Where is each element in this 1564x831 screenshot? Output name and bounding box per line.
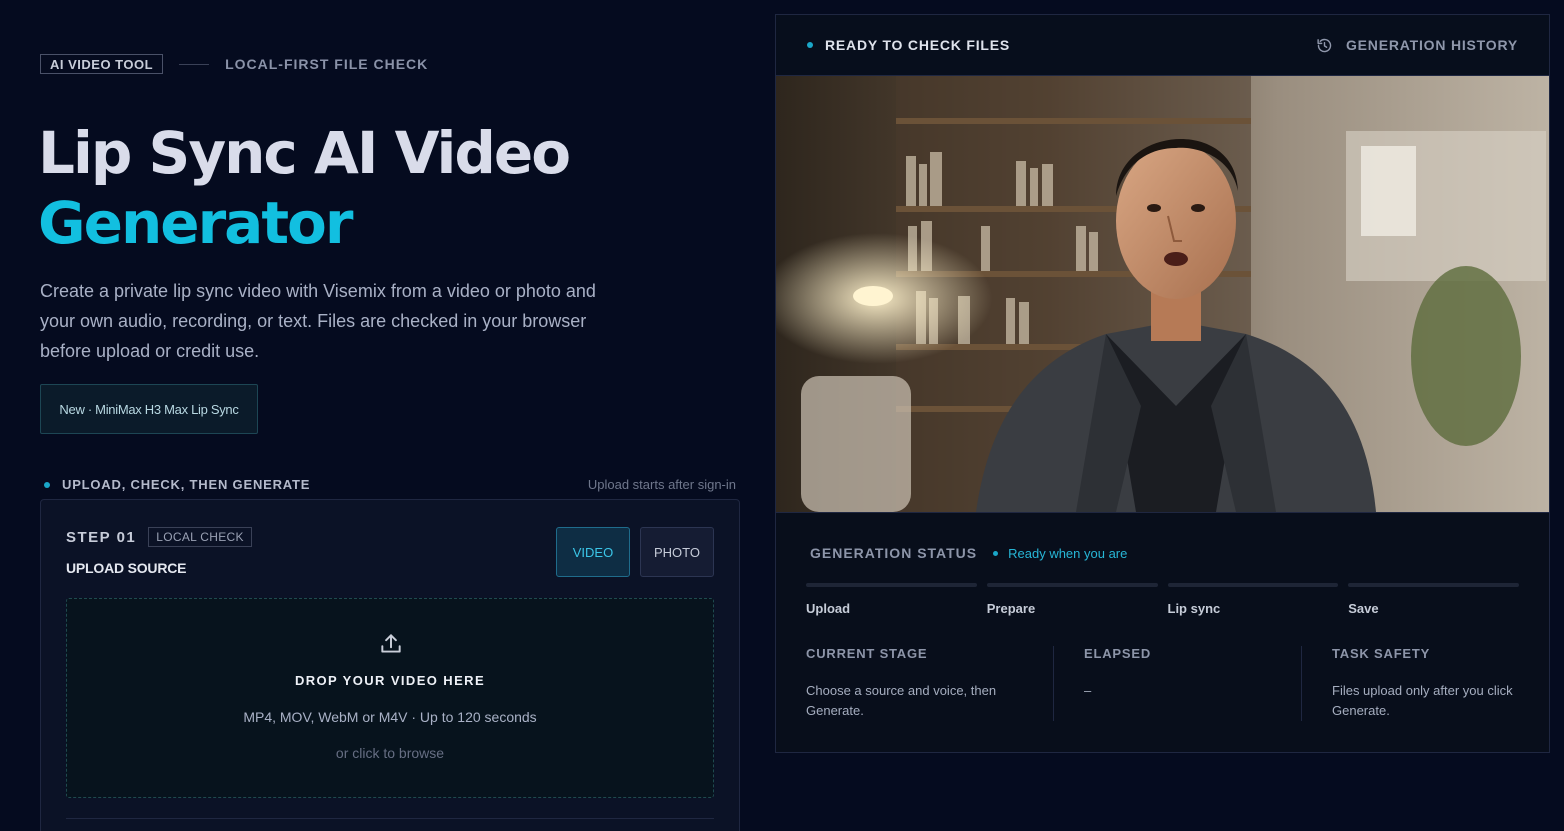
section-title-text: UPLOAD, CHECK, THEN GENERATE (62, 477, 311, 492)
divider (66, 818, 714, 819)
generation-status-value: Ready when you are (993, 546, 1127, 561)
history-label: GENERATION HISTORY (1345, 37, 1518, 53)
ready-label: READY TO CHECK FILES (825, 37, 1011, 53)
current-stage: CURRENT STAGE Choose a source and voice,… (806, 646, 1054, 721)
new-model-badge[interactable]: New · MiniMax H3 Max Lip Sync (40, 384, 258, 434)
task-safety-text: Files upload only after you click Genera… (1332, 683, 1513, 718)
stage-label: Save (1348, 601, 1379, 616)
current-stage-label: CURRENT STAGE (806, 646, 928, 661)
status-details: CURRENT STAGE Choose a source and voice,… (806, 646, 1519, 721)
section-note: Upload starts after sign-in (587, 477, 736, 492)
upload-step-card: STEP 01 LOCAL CHECK UPLOAD SOURCE VIDEO … (40, 499, 740, 831)
tool-subtag: LOCAL-FIRST FILE CHECK (225, 56, 429, 72)
stage-prepare: Prepare (986, 583, 1158, 616)
panel-header: READY TO CHECK FILES GENERATION HISTORY (776, 15, 1549, 76)
task-safety: TASK SAFETY Files upload only after you … (1302, 646, 1519, 721)
preview-image (776, 76, 1549, 512)
tool-tag: AI VIDEO TOOL (40, 54, 164, 74)
section-header: UPLOAD, CHECK, THEN GENERATE Upload star… (44, 477, 736, 492)
stage-label: Prepare (986, 601, 1036, 616)
step-header: STEP 01 LOCAL CHECK (66, 527, 252, 547)
history-icon (1317, 38, 1332, 52)
generation-status-area: GENERATION STATUS Ready when you are Upl… (776, 512, 1549, 752)
page-title-line2: Generator (38, 189, 354, 257)
stage-label: Lip sync (1167, 601, 1221, 616)
stage-label: Upload (806, 601, 851, 616)
intro-text: Create a private lip sync video with Vis… (40, 281, 596, 361)
stage-bar (1167, 583, 1339, 587)
video-dropzone[interactable]: DROP YOUR VIDEO HERE MP4, MOV, WebM or M… (66, 598, 714, 798)
generation-status: GENERATION STATUS Ready when you are (810, 545, 1127, 561)
eyebrow: AI VIDEO TOOL LOCAL-FIRST FILE CHECK (40, 54, 428, 74)
photo-toggle-button[interactable]: PHOTO (640, 527, 714, 577)
ready-status: READY TO CHECK FILES (807, 37, 1010, 53)
status-dot (44, 481, 50, 488)
stage-bar (986, 583, 1158, 587)
section-title: UPLOAD, CHECK, THEN GENERATE (44, 477, 310, 492)
generation-history-button[interactable]: GENERATION HISTORY (1316, 37, 1518, 54)
presenter-illustration (776, 76, 1549, 512)
browse-link[interactable]: or click to browse (67, 745, 713, 761)
page-title: Lip Sync AI Video Generator (38, 118, 571, 258)
stage-bar (1348, 583, 1519, 587)
stage-lip-sync: Lip sync (1167, 583, 1339, 616)
stage-save: Save (1348, 583, 1519, 616)
video-toggle-button[interactable]: VIDEO (556, 527, 630, 577)
task-safety-label: TASK SAFETY (1332, 646, 1431, 661)
stage-upload: Upload (806, 583, 977, 616)
stage-progress: Upload Prepare Lip sync Save (806, 583, 1519, 616)
generation-panel: READY TO CHECK FILES GENERATION HISTORY (775, 14, 1550, 753)
generation-status-label: GENERATION STATUS (810, 545, 978, 561)
current-stage-text: Choose a source and voice, then Generate… (806, 683, 997, 718)
status-dot (993, 550, 999, 556)
page-title-line1: Lip Sync AI Video (38, 119, 571, 187)
status-value-text: Ready when you are (1008, 545, 1128, 561)
elapsed: ELAPSED – (1054, 646, 1302, 721)
upload-icon (381, 634, 401, 653)
status-dot (807, 42, 813, 48)
elapsed-value: – (1084, 683, 1092, 698)
dropzone-formats: MP4, MOV, WebM or M4V · Up to 120 second… (243, 709, 537, 725)
step-title: UPLOAD SOURCE (66, 560, 187, 576)
dropzone-title: DROP YOUR VIDEO HERE (294, 673, 486, 688)
elapsed-label: ELAPSED (1084, 646, 1152, 661)
local-check-tag: LOCAL CHECK (148, 527, 252, 547)
step-number: STEP 01 (66, 528, 137, 546)
divider (179, 63, 210, 65)
stage-bar (806, 583, 977, 587)
